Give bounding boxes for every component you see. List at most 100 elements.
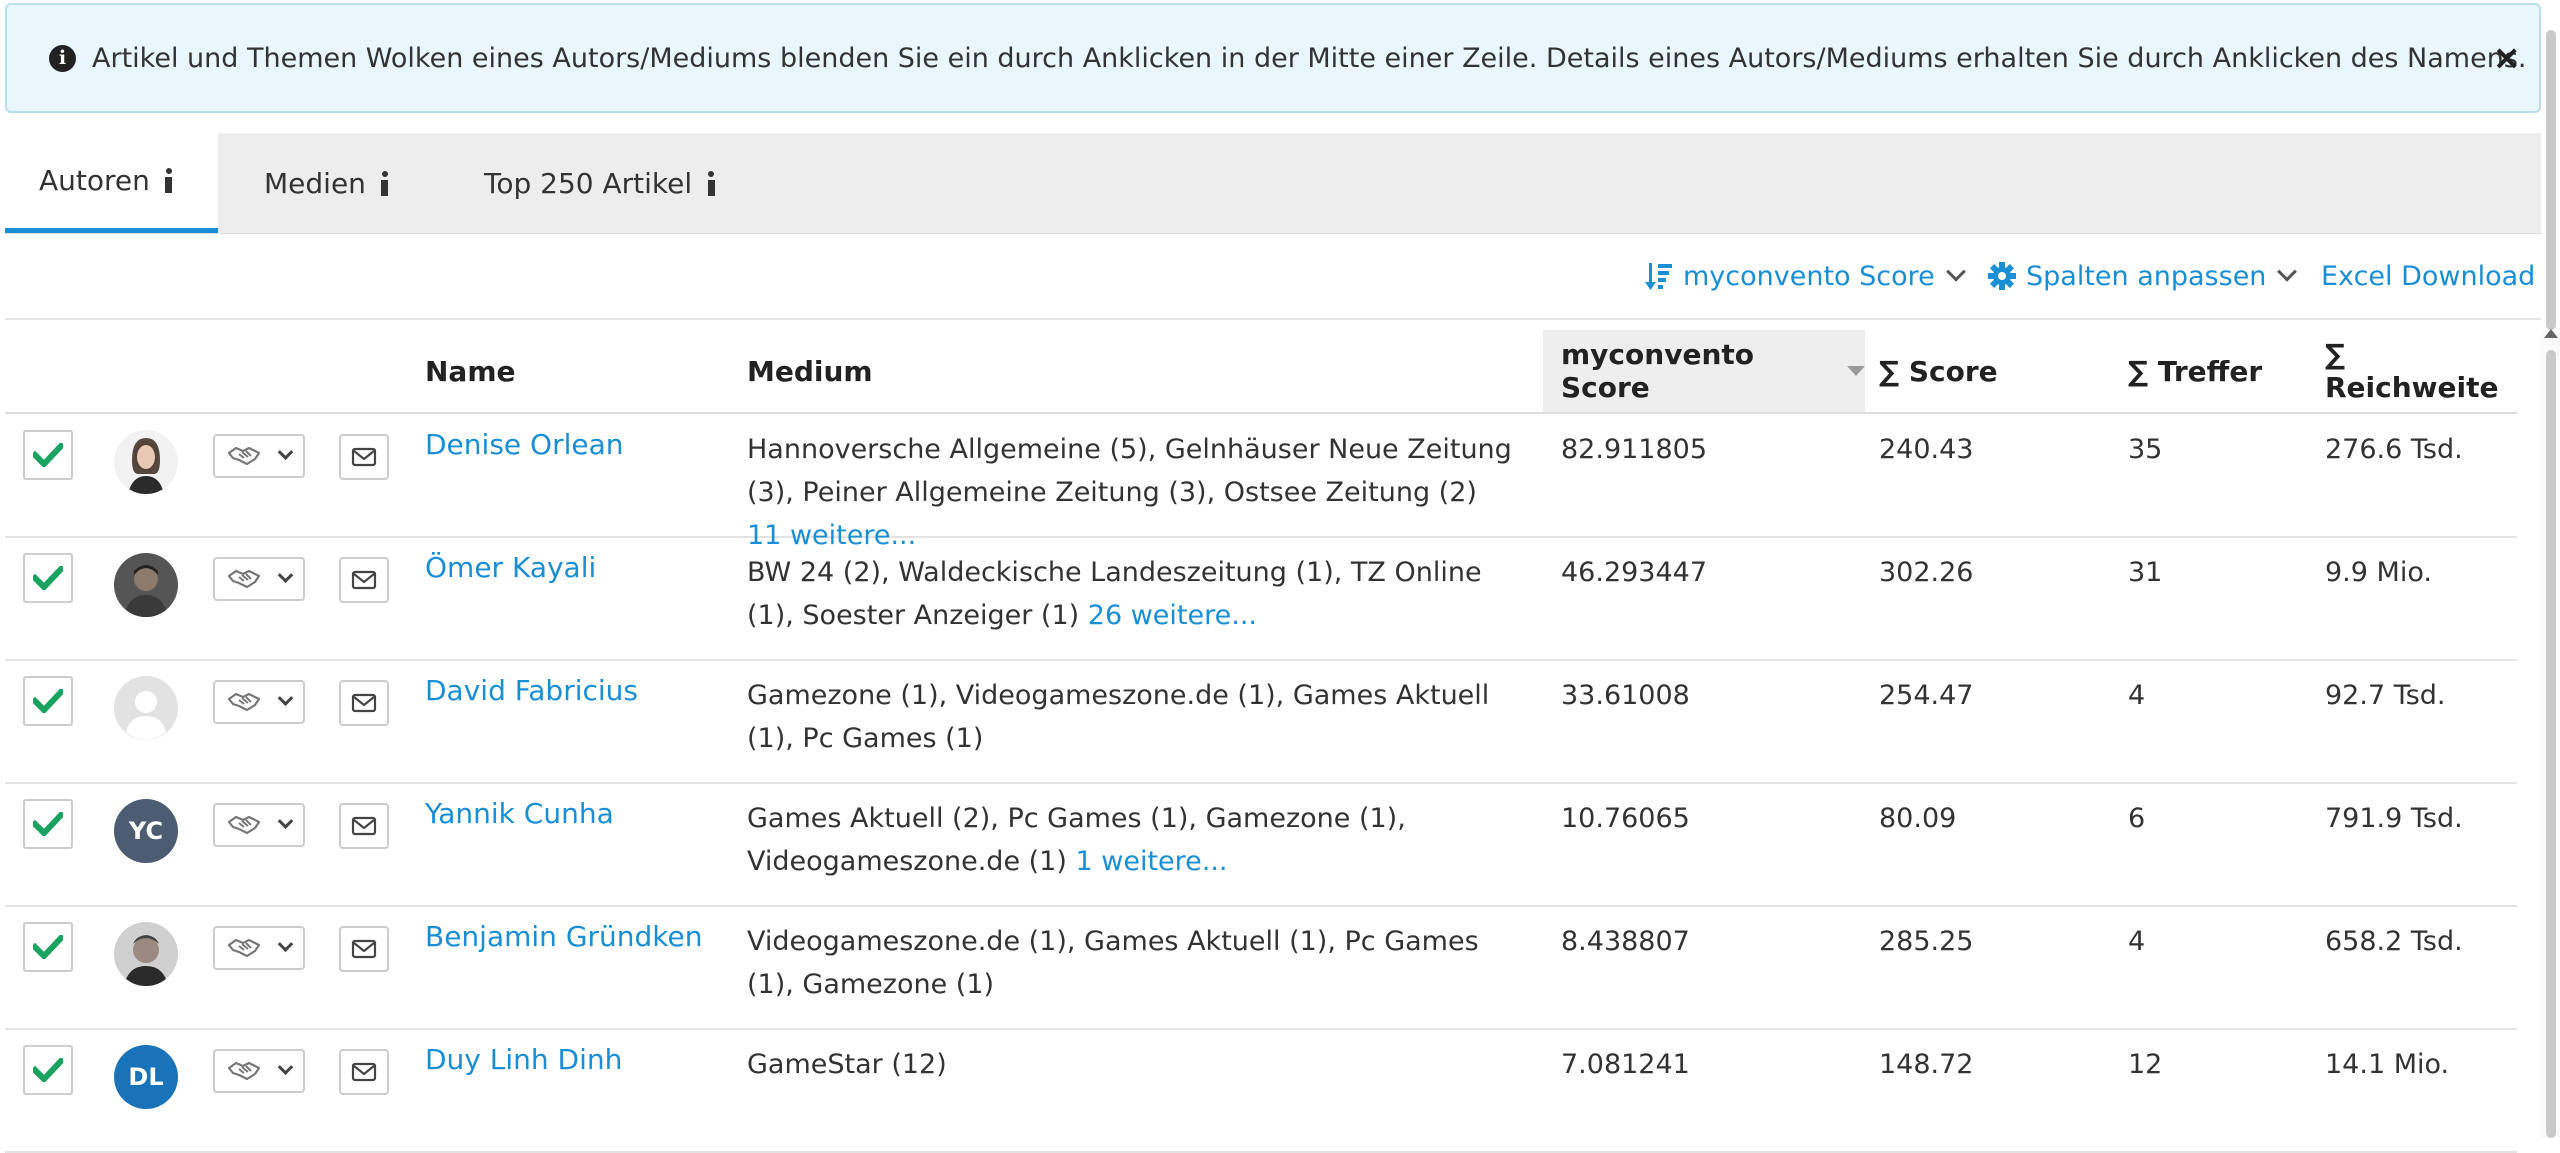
medium-cell: Games Aktuell (2), Pc Games (1), Gamezon… bbox=[747, 797, 1517, 883]
medium-cell: Videogameszone.de (1), Games Aktuell (1)… bbox=[747, 920, 1517, 1006]
info-alert-text: Artikel und Themen Wolken eines Autors/M… bbox=[92, 42, 2527, 74]
table-header: Name Medium myconvento Score ∑ Score ∑ T… bbox=[5, 330, 2517, 414]
info-alert: i Artikel und Themen Wolken eines Autors… bbox=[5, 3, 2541, 113]
chevron-down-icon bbox=[1945, 261, 1966, 282]
more-media-link[interactable]: 26 weitere... bbox=[1088, 600, 1257, 631]
medium-text: Videogameszone.de (1), Games Aktuell (1)… bbox=[747, 926, 1479, 1000]
column-header-name[interactable]: Name bbox=[425, 330, 516, 412]
table-row[interactable]: Ömer Kayali BW 24 (2), Waldeckische Land… bbox=[5, 537, 2517, 661]
sum-score-cell: 302.26 bbox=[1879, 557, 1974, 588]
envelope-icon bbox=[351, 570, 377, 590]
relationship-dropdown[interactable] bbox=[213, 434, 305, 478]
column-header-medium[interactable]: Medium bbox=[747, 330, 873, 412]
relationship-dropdown[interactable] bbox=[213, 803, 305, 847]
excel-download-label: Excel Download bbox=[2321, 260, 2536, 292]
score-cell: 82.911805 bbox=[1561, 434, 1708, 465]
author-name-link[interactable]: Benjamin Gründken bbox=[425, 920, 702, 953]
email-button[interactable] bbox=[339, 803, 389, 849]
email-button[interactable] bbox=[339, 557, 389, 603]
relationship-dropdown[interactable] bbox=[213, 1049, 305, 1093]
checkmark-icon bbox=[33, 689, 63, 713]
column-header-sum-score[interactable]: ∑ Score bbox=[1879, 330, 1998, 412]
excel-download-button[interactable]: Excel Download bbox=[2321, 258, 2535, 294]
tab-top-250-artikel[interactable]: Top 250 Artikel bbox=[428, 133, 728, 233]
handshake-icon bbox=[227, 569, 261, 589]
chevron-down-icon bbox=[277, 812, 294, 829]
columns-dropdown[interactable]: Spalten anpassen bbox=[1988, 258, 2298, 294]
more-media-link[interactable]: 1 weitere... bbox=[1075, 846, 1227, 877]
reach-cell: 92.7 Tsd. bbox=[2325, 680, 2446, 711]
avatar: YC bbox=[114, 799, 178, 863]
sum-score-cell: 148.72 bbox=[1879, 1049, 1974, 1080]
handshake-icon bbox=[227, 1061, 261, 1081]
table-row[interactable]: DL Duy Linh Dinh GameStar (12) 7.081241 … bbox=[5, 1029, 2517, 1153]
close-icon[interactable]: × bbox=[2493, 41, 2522, 75]
email-button[interactable] bbox=[339, 680, 389, 726]
medium-cell: Gamezone (1), Videogameszone.de (1), Gam… bbox=[747, 674, 1517, 760]
checkmark-icon bbox=[33, 1058, 63, 1082]
sort-dropdown[interactable]: myconvento Score bbox=[1645, 258, 1966, 294]
reach-cell: 791.9 Tsd. bbox=[2325, 803, 2463, 834]
page-scrollbar[interactable] bbox=[2541, 0, 2560, 330]
table-row[interactable]: Denise Orlean Hannoversche Allgemeine (5… bbox=[5, 414, 2517, 551]
tab-bar: Autoren Medien Top 250 Artikel bbox=[5, 133, 2541, 234]
avatar-initials: DL bbox=[128, 1063, 164, 1091]
scroll-up-arrow-icon[interactable] bbox=[2544, 329, 2558, 338]
score-cell: 8.438807 bbox=[1561, 926, 1690, 957]
info-icon[interactable] bbox=[380, 171, 390, 196]
envelope-icon bbox=[351, 816, 377, 836]
avatar-placeholder-icon bbox=[114, 676, 178, 740]
column-header-reach[interactable]: ∑ Reichweite bbox=[2325, 330, 2517, 412]
sum-score-cell: 285.25 bbox=[1879, 926, 1974, 957]
hits-cell: 35 bbox=[2128, 434, 2163, 465]
tab-medien[interactable]: Medien bbox=[218, 133, 428, 233]
chevron-down-icon bbox=[2277, 261, 2298, 282]
envelope-icon bbox=[351, 1062, 377, 1082]
score-cell: 7.081241 bbox=[1561, 1049, 1690, 1080]
gear-icon bbox=[1988, 262, 2016, 290]
medium-cell: GameStar (12) bbox=[747, 1043, 1517, 1086]
score-cell: 46.293447 bbox=[1561, 557, 1708, 588]
row-checkbox[interactable] bbox=[23, 1045, 73, 1095]
sort-amount-down-icon bbox=[1645, 263, 1672, 290]
column-header-hits[interactable]: ∑ Treffer bbox=[2128, 330, 2262, 412]
chevron-down-icon bbox=[277, 1058, 294, 1075]
column-header-score[interactable]: myconvento Score bbox=[1543, 330, 1865, 412]
row-checkbox[interactable] bbox=[23, 799, 73, 849]
checkmark-icon bbox=[33, 443, 63, 467]
author-name-link[interactable]: Ömer Kayali bbox=[425, 551, 596, 584]
table-row[interactable]: YC Yannik Cunha Games Aktuell (2), Pc Ga… bbox=[5, 783, 2517, 907]
sort-label: myconvento Score bbox=[1683, 260, 1935, 292]
avatar bbox=[114, 553, 178, 617]
medium-text: GameStar (12) bbox=[747, 1049, 947, 1080]
info-icon[interactable] bbox=[164, 168, 174, 193]
row-checkbox[interactable] bbox=[23, 922, 73, 972]
tab-autoren[interactable]: Autoren bbox=[5, 133, 218, 233]
envelope-icon bbox=[351, 447, 377, 467]
author-name-link[interactable]: David Fabricius bbox=[425, 674, 638, 707]
author-name-link[interactable]: Denise Orlean bbox=[425, 428, 624, 461]
author-name-link[interactable]: Yannik Cunha bbox=[425, 797, 614, 830]
email-button[interactable] bbox=[339, 926, 389, 972]
table-row[interactable]: David Fabricius Gamezone (1), Videogames… bbox=[5, 660, 2517, 784]
email-button[interactable] bbox=[339, 434, 389, 480]
author-name-link[interactable]: Duy Linh Dinh bbox=[425, 1043, 622, 1076]
row-checkbox[interactable] bbox=[23, 430, 73, 480]
hits-cell: 6 bbox=[2128, 803, 2146, 834]
hits-cell: 4 bbox=[2128, 680, 2146, 711]
relationship-dropdown[interactable] bbox=[213, 926, 305, 970]
tab-label: Top 250 Artikel bbox=[484, 166, 693, 200]
table-scrollbar-thumb[interactable] bbox=[2546, 350, 2556, 1138]
medium-text: Hannoversche Allgemeine (5), Gelnhäuser … bbox=[747, 434, 1512, 508]
score-cell: 10.76065 bbox=[1561, 803, 1690, 834]
table-row[interactable]: Benjamin Gründken Videogameszone.de (1),… bbox=[5, 906, 2517, 1030]
relationship-dropdown[interactable] bbox=[213, 557, 305, 601]
info-icon[interactable] bbox=[706, 171, 716, 196]
avatar bbox=[114, 430, 178, 494]
email-button[interactable] bbox=[339, 1049, 389, 1095]
row-checkbox[interactable] bbox=[23, 676, 73, 726]
checkmark-icon bbox=[33, 566, 63, 590]
row-checkbox[interactable] bbox=[23, 553, 73, 603]
handshake-icon bbox=[227, 692, 261, 712]
relationship-dropdown[interactable] bbox=[213, 680, 305, 724]
